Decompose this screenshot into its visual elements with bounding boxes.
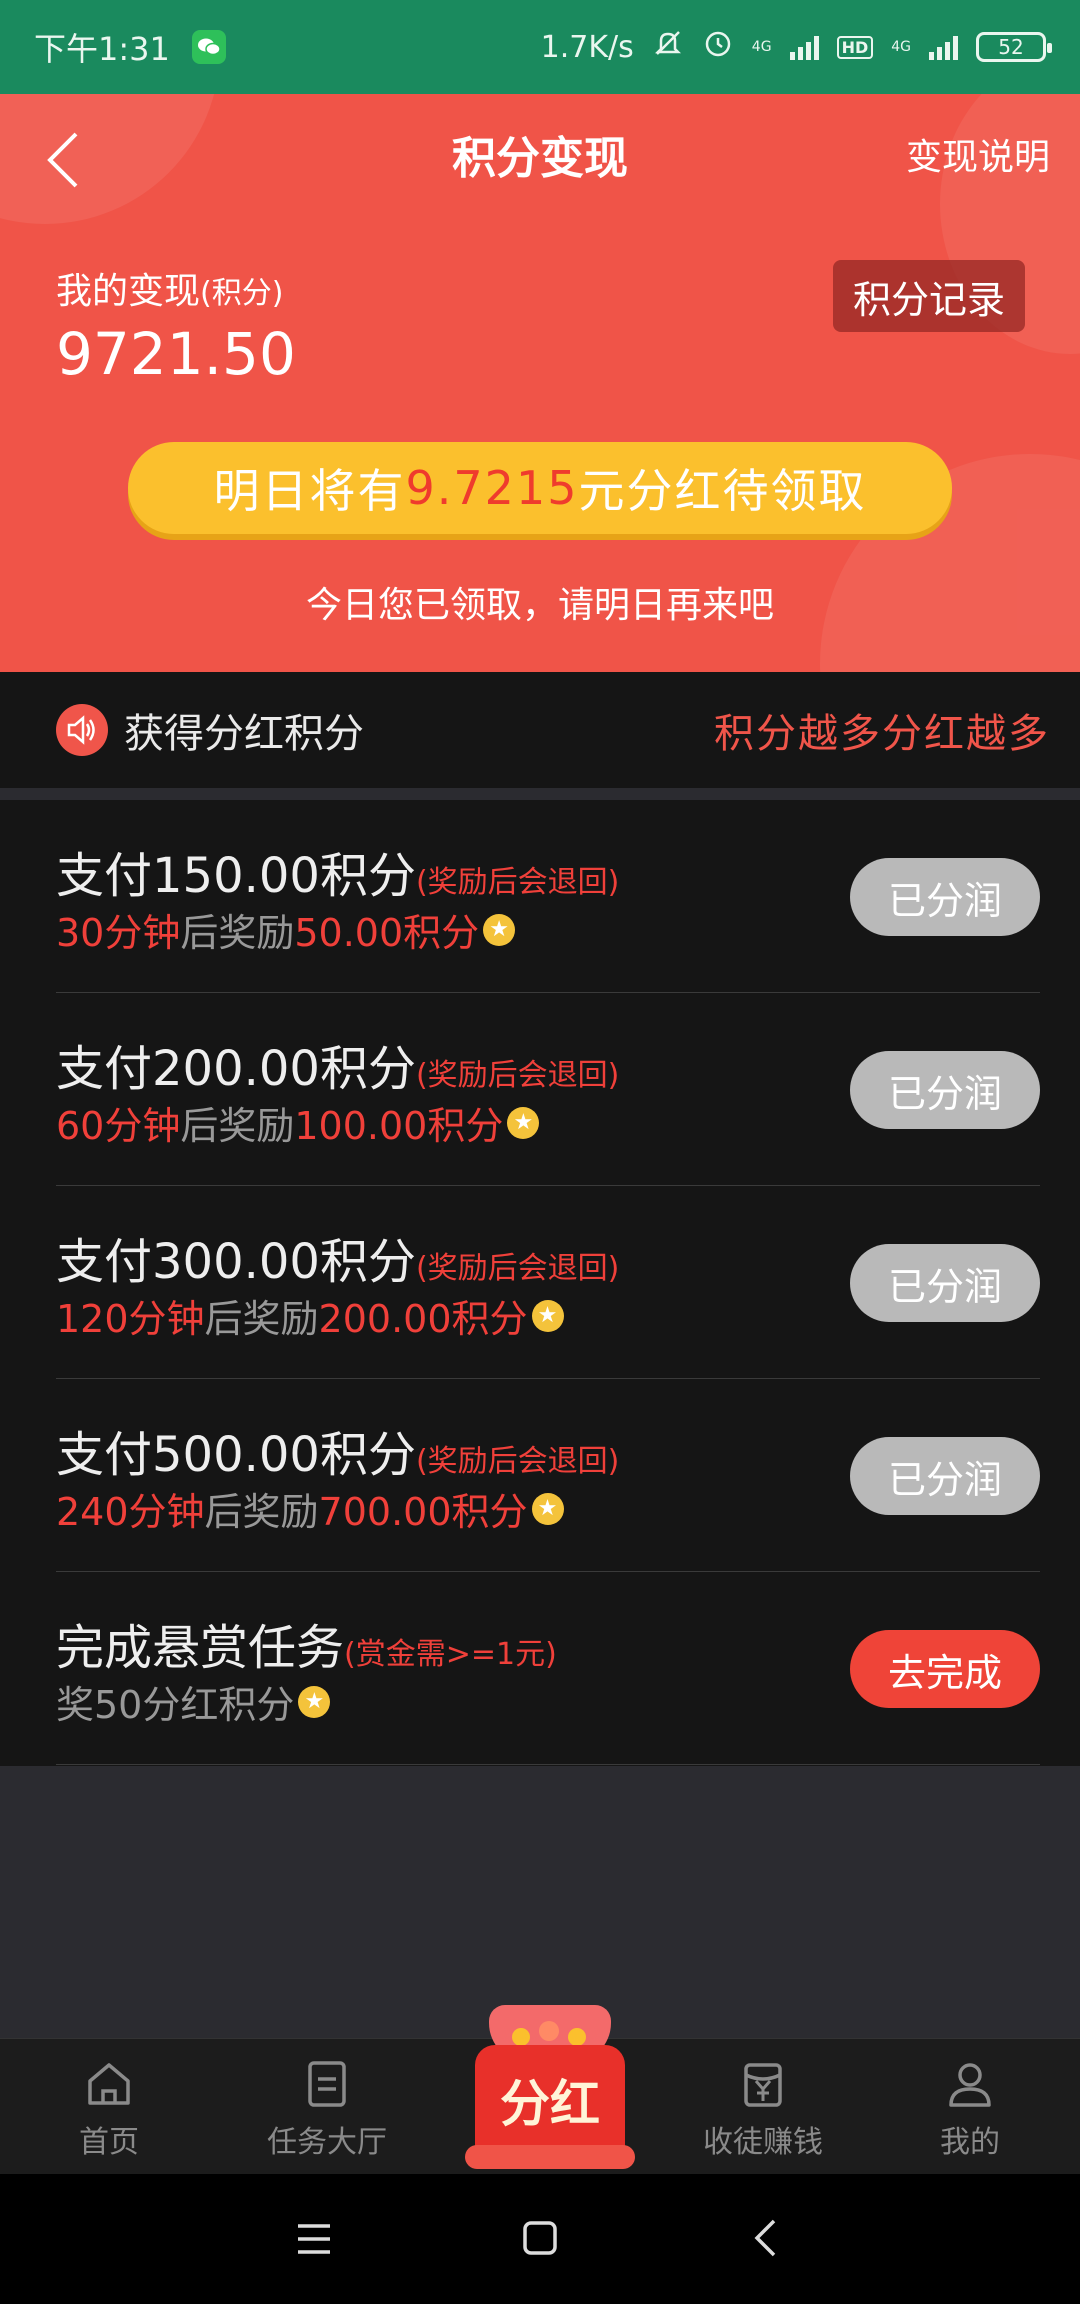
task-note: (奖励后会退回): [415, 1444, 620, 1479]
task-row: 完成悬赏任务(赏金需>=1元) 奖50分红积分 ★ 去完成: [56, 1572, 1040, 1765]
back-arrow-icon[interactable]: [752, 2218, 778, 2258]
explain-link[interactable]: 变现说明: [906, 128, 1050, 180]
nav-home-label: 首页: [79, 2125, 139, 2160]
task-title: 完成悬赏任务(赏金需>=1元): [56, 1608, 557, 1678]
task-time: 120分钟: [56, 1297, 205, 1341]
task-time: 60分钟: [56, 1104, 181, 1148]
nav-dividend-center-button[interactable]: 分红: [465, 1995, 635, 2170]
task-reward: 200.00积分: [318, 1297, 528, 1341]
nav-mine[interactable]: 我的: [880, 2059, 1060, 2161]
nav-mine-label: 我的: [940, 2125, 1000, 2160]
nav-tasks[interactable]: 任务大厅: [237, 2059, 417, 2161]
task-title: 支付150.00积分(奖励后会退回): [56, 836, 619, 906]
task-title: 支付500.00积分(奖励后会退回): [56, 1415, 619, 1485]
task-time: 30分钟: [56, 911, 181, 955]
task-note: (奖励后会退回): [415, 865, 620, 900]
yuan-wallet-icon: [744, 2063, 782, 2107]
hd-label: HD: [836, 35, 874, 59]
task-title: 支付200.00积分(奖励后会退回): [56, 1029, 619, 1099]
alarm-icon: [702, 27, 734, 67]
status-bar: 下午1:31 1.7K/s 4G HD 4G 52: [0, 0, 1080, 94]
bell-muted-icon: [652, 27, 684, 67]
dividend-prefix: 明日将有: [213, 464, 406, 518]
coin-star-icon: ★: [531, 1299, 564, 1332]
red-envelope-base: [465, 2145, 635, 2169]
section-label: 获得分红积分: [124, 711, 364, 757]
task-status-button[interactable]: 已分润: [850, 1437, 1040, 1515]
system-nav-bar: [0, 2174, 1080, 2304]
task-reward-mid: 后奖励: [204, 1297, 319, 1341]
dividend-suffix: 元分红待领取: [578, 464, 867, 518]
task-title-text: 支付300.00积分: [56, 1234, 416, 1290]
task-list: 支付150.00积分(奖励后会退回) 30分钟 后奖励 50.00积分 ★ 已分润 支…: [0, 800, 1080, 1766]
task-row: 支付200.00积分(奖励后会退回) 60分钟 后奖励 100.00积分 ★ 已分润: [56, 993, 1040, 1186]
task-reward: 50.00积分: [294, 911, 480, 955]
speaker-icon: [56, 704, 108, 756]
nav-invite-label: 收徒赚钱: [703, 2125, 823, 2160]
task-time: 240分钟: [56, 1490, 205, 1534]
task-title-text: 支付150.00积分: [56, 848, 416, 904]
network-speed: 1.7K/s: [540, 29, 634, 65]
task-note: (奖励后会退回): [415, 1251, 620, 1286]
go-complete-button[interactable]: 去完成: [850, 1630, 1040, 1708]
my-points-label: 我的变现(积分): [56, 262, 283, 314]
points-record-button[interactable]: 积分记录: [833, 260, 1025, 332]
coin-star-icon: ★: [298, 1685, 331, 1718]
task-reward-line: 60分钟 后奖励 100.00积分 ★: [56, 1095, 540, 1150]
points-header: 积分变现 变现说明 我的变现(积分) 9721.50 积分记录 明日将有 9.72…: [0, 94, 1080, 672]
task-title: 支付300.00积分(奖励后会退回): [56, 1222, 619, 1292]
task-reward-line: 240分钟 后奖励 700.00积分 ★: [56, 1481, 564, 1536]
claimed-note: 今日您已领取，请明日再来吧: [305, 585, 774, 626]
task-status-button[interactable]: 已分润: [850, 1051, 1040, 1129]
network-type-label-2: 4G: [891, 39, 911, 55]
my-points-value: 9721.50: [56, 320, 296, 388]
wechat-notification-icon: [191, 30, 226, 64]
task-reward-mid: 后奖励: [180, 911, 295, 955]
task-title-text: 完成悬赏任务: [56, 1620, 345, 1676]
task-row: 支付300.00积分(奖励后会退回) 120分钟 后奖励 200.00积分 ★ 已分润: [56, 1186, 1040, 1379]
signal-icon: [789, 34, 819, 60]
nav-tasks-label: 任务大厅: [267, 2125, 387, 2160]
red-envelope-body: 分红: [475, 2045, 625, 2155]
task-row: 支付150.00积分(奖励后会退回) 30分钟 后奖励 50.00积分 ★ 已分润: [56, 800, 1040, 993]
task-reward: 100.00积分: [294, 1104, 504, 1148]
nav-home[interactable]: 首页: [19, 2059, 199, 2161]
my-points-unit: (积分): [200, 276, 284, 311]
home-icon: [88, 2063, 130, 2105]
dividend-amount: 9.7215: [405, 461, 579, 515]
section-divider: [0, 788, 1080, 800]
task-reward-line: 30分钟 后奖励 50.00积分 ★: [56, 902, 516, 957]
task-reward-sub: 奖50分红积分: [56, 1683, 295, 1727]
nav-invite[interactable]: 收徒赚钱: [673, 2059, 853, 2161]
section-slogan: 积分越多分红越多: [714, 711, 1050, 757]
user-icon: [949, 2063, 991, 2107]
signal-icon-2: [929, 34, 958, 60]
task-note: (奖励后会退回): [415, 1058, 620, 1093]
battery-indicator: 52: [976, 32, 1052, 62]
status-time: 下午1:31: [34, 30, 170, 68]
coin-star-icon: ★: [531, 1492, 564, 1525]
task-row: 支付500.00积分(奖励后会退回) 240分钟 后奖励 700.00积分 ★ 已分润: [56, 1379, 1040, 1572]
task-note: (赏金需>=1元): [344, 1637, 557, 1672]
network-type-label: 4G: [751, 39, 772, 55]
task-reward-line: 120分钟 后奖励 200.00积分 ★: [56, 1288, 564, 1343]
dividend-pending-pill[interactable]: 明日将有 9.7215 元分红待领取: [128, 442, 952, 534]
menu-icon[interactable]: [296, 2222, 332, 2256]
coin-star-icon: ★: [483, 913, 516, 946]
task-reward-line: 奖50分红积分 ★: [56, 1674, 331, 1729]
task-status-button[interactable]: 已分润: [850, 858, 1040, 936]
task-title-text: 支付200.00积分: [56, 1041, 416, 1097]
task-reward-mid: 后奖励: [204, 1490, 319, 1534]
document-icon: [308, 2061, 346, 2107]
my-points-label-text: 我的变现: [56, 271, 201, 312]
task-reward-mid: 后奖励: [180, 1104, 295, 1148]
coin-star-icon: ★: [507, 1106, 540, 1139]
dividend-points-section-header: 获得分红积分 积分越多分红越多: [0, 672, 1080, 788]
task-reward: 700.00积分: [318, 1490, 528, 1534]
task-title-text: 支付500.00积分: [56, 1427, 416, 1483]
task-status-button[interactable]: 已分润: [850, 1244, 1040, 1322]
home-square-icon[interactable]: [522, 2220, 558, 2256]
